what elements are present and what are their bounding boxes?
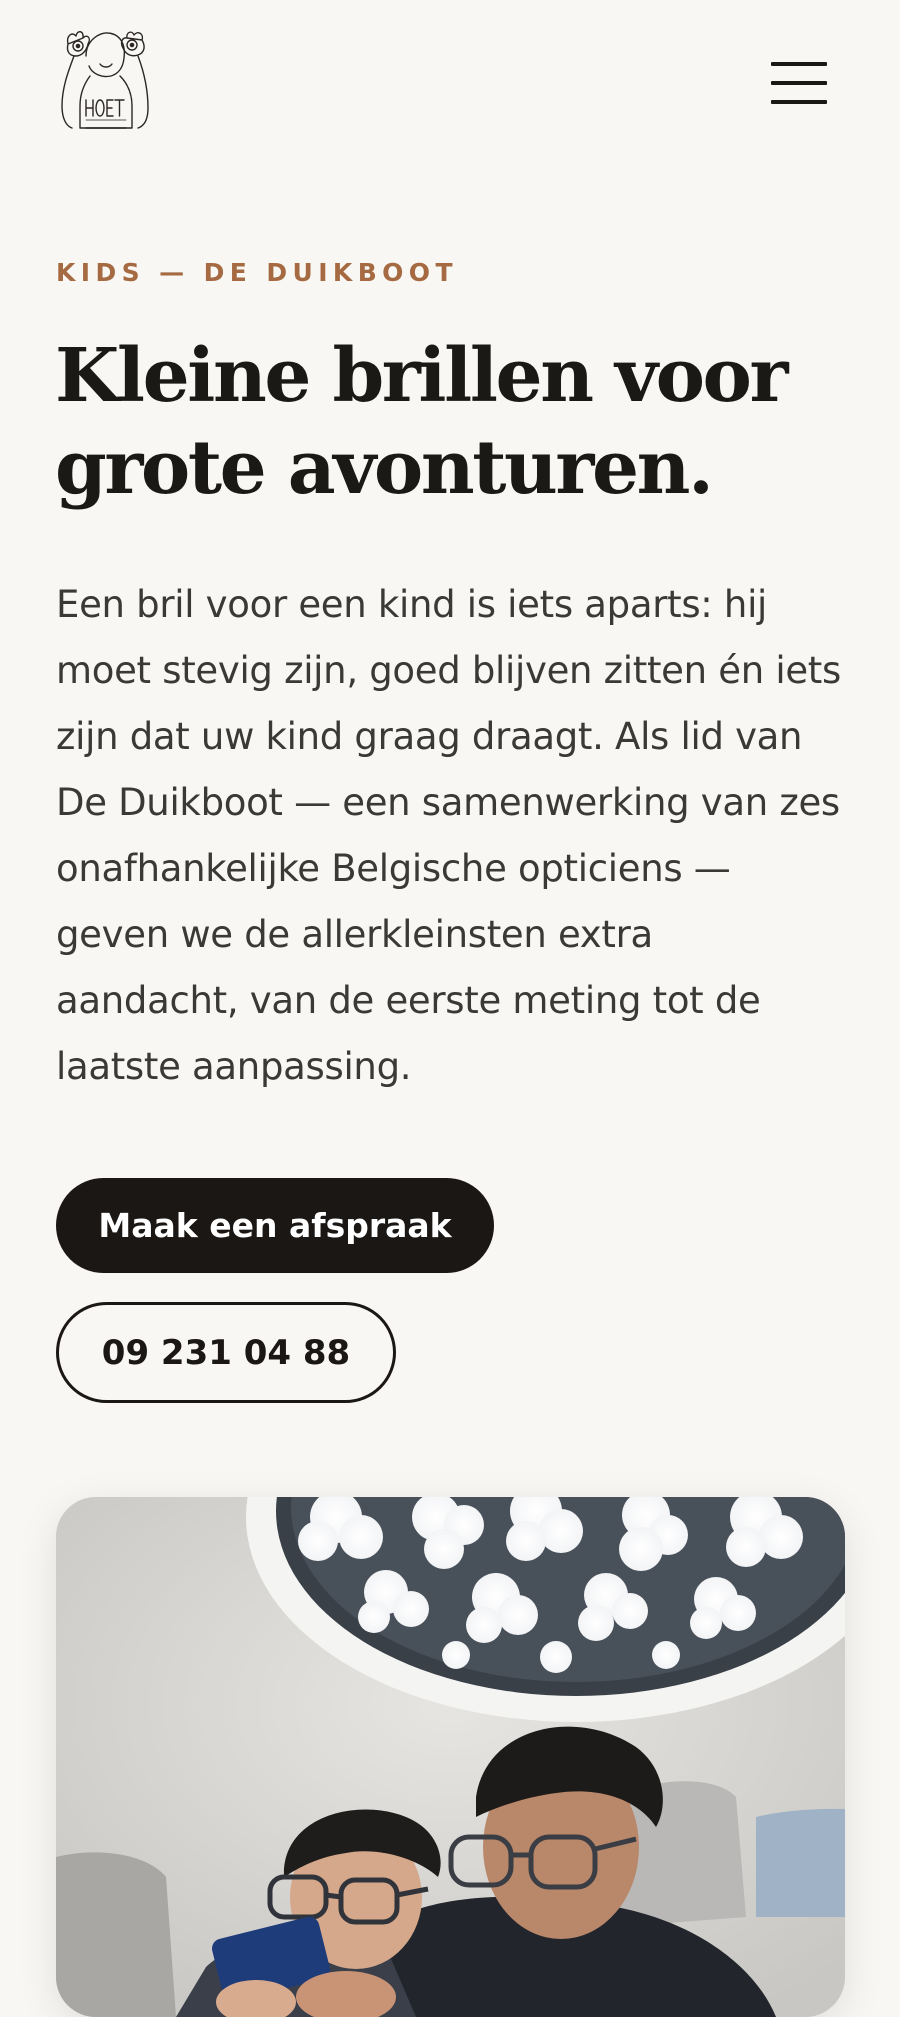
phone-number-button[interactable]: 09 231 04 88 bbox=[56, 1302, 396, 1403]
site-header bbox=[0, 0, 900, 170]
menu-bar-icon bbox=[771, 81, 827, 85]
section-eyebrow: KIDS — DE DUIKBOOT bbox=[56, 258, 458, 287]
intro-paragraph: Een bril voor een kind is iets aparts: h… bbox=[56, 583, 841, 1088]
page-title: Kleine brillen voor grote avonturen. bbox=[55, 333, 788, 511]
menu-bar-icon bbox=[771, 62, 827, 66]
make-appointment-button[interactable]: Maak een afspraak bbox=[56, 1178, 494, 1273]
hoet-logo[interactable] bbox=[56, 28, 154, 134]
hero-photo bbox=[56, 1497, 845, 2017]
hamburger-menu-button[interactable] bbox=[764, 58, 834, 108]
menu-bar-icon bbox=[771, 100, 827, 104]
